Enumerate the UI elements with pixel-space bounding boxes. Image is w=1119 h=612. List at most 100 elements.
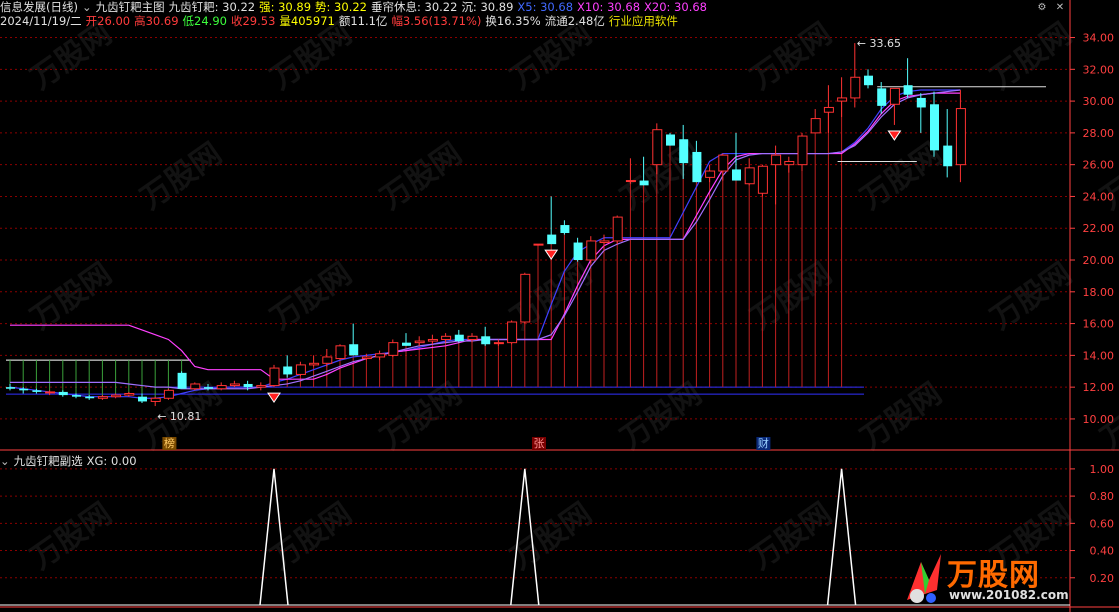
candle-body — [467, 335, 478, 340]
y-tick-label: 24.00 — [1083, 190, 1115, 203]
candle-body — [732, 169, 741, 181]
candle-body — [243, 383, 253, 388]
watermark-tile: 万股网 — [745, 16, 839, 96]
gem-signal-icon — [544, 249, 559, 261]
candle-body — [520, 273, 531, 323]
candle-body — [652, 129, 663, 166]
candle-body — [454, 334, 464, 342]
candle-body — [930, 104, 939, 151]
watermark-tile: 万股网 — [1095, 136, 1119, 216]
candle-body — [322, 356, 333, 364]
candle-body — [283, 366, 293, 375]
candle-body — [823, 106, 834, 113]
candle-body — [547, 234, 557, 245]
stock-chart-window: 万股网 万股网 万股网 万股网 万股网 万股网 万股网 万股网 万股网 万股网 万股网 万股网 万股网万… — [0, 0, 1119, 612]
line1-item-9: X10: 30.68 — [577, 0, 641, 14]
watermark-tile: 万股网 — [265, 16, 359, 96]
candle-body — [124, 393, 135, 396]
price-annotation: ← 33.65 — [857, 37, 901, 50]
candle-body — [97, 396, 108, 399]
line2-item-0: 2024/11/19/二 — [0, 14, 82, 28]
watermark-logo: 万股网 www.201082.com — [899, 550, 1069, 606]
sub-y-tick-label: 0.40 — [1090, 545, 1115, 558]
candle-body — [19, 388, 29, 391]
candle-body — [810, 118, 821, 134]
candle-body — [864, 75, 873, 86]
candle-body — [916, 97, 926, 108]
candle-body — [612, 216, 623, 242]
sub-y-tick-label: 0.60 — [1090, 517, 1115, 530]
sub-y-tick-label: 1.00 — [1090, 463, 1115, 476]
sub-y-tick-label: 0.80 — [1090, 490, 1115, 503]
line2-item-5: 量405971 — [279, 14, 335, 28]
line2-item-8: 换16.35% — [485, 14, 541, 28]
candle-body — [349, 344, 359, 356]
line2-item-10: 行业应用软件 — [608, 14, 678, 28]
candle-body — [190, 383, 201, 390]
sub-y-tick-label: 0.20 — [1090, 572, 1115, 585]
y-tick-label: 32.00 — [1083, 63, 1115, 76]
candle-body — [204, 387, 213, 389]
candle-body — [666, 134, 675, 146]
watermark-tile: 万股网 — [505, 16, 599, 96]
candle-body — [889, 87, 900, 105]
candle-body — [335, 345, 346, 360]
event-marker-label: 财 — [758, 436, 769, 450]
candle-body — [850, 76, 861, 99]
candle-body — [797, 135, 808, 166]
candle-body — [943, 145, 953, 167]
candle-body — [481, 336, 491, 345]
chart-canvas[interactable]: 万股网 万股网 万股网 万股网 万股网万股网 万股网 万股网 万股网 万股网万股网 万股网 万股网万… — [0, 0, 1119, 612]
watermark-tile: 万股网 — [25, 256, 119, 336]
line2-item-2: 高30.69 — [134, 14, 179, 28]
sub-chart-header: ⌄ 九齿钉耙副选 XG: 0.00 — [0, 454, 141, 468]
candle-body — [692, 151, 702, 183]
quote-info-bar: 2024/11/19/二 开26.00 高30.69 低24.90 收29.53 量405… — [0, 14, 682, 28]
candle-body — [85, 396, 95, 399]
watermark-tile: 万股网 — [25, 496, 119, 576]
candle-body — [903, 85, 913, 95]
candle-body — [625, 180, 636, 183]
watermark-tile: 万股网 — [855, 376, 949, 456]
y-tick-label: 18.00 — [1083, 286, 1115, 299]
candle-body — [388, 342, 399, 356]
candle-body — [441, 335, 452, 340]
line1-item-10: X20: 30.68 — [644, 0, 707, 14]
watermark-tile: 万股网 — [25, 16, 119, 96]
candle-body — [744, 167, 755, 185]
candle-body — [216, 385, 227, 390]
gem-signal-icon — [267, 392, 281, 404]
candle-body — [138, 396, 147, 402]
candle-body — [533, 243, 544, 246]
candle-body — [427, 338, 438, 342]
watermark-tile: 万股网 — [745, 256, 839, 336]
line1-item-7: 沉: 30.89 — [461, 0, 514, 14]
watermark-tile: 万股网 — [375, 376, 469, 456]
y-tick-label: 34.00 — [1083, 32, 1115, 45]
watermark-tile: 万股网 — [615, 376, 709, 456]
y-tick-label: 10.00 — [1083, 413, 1115, 426]
y-tick-label: 30.00 — [1083, 95, 1115, 108]
line2-item-3: 低24.90 — [182, 14, 227, 28]
sub-line-item-1: 九齿钉耙副选 — [13, 454, 83, 468]
event-marker-label: 榜 — [164, 436, 175, 450]
line2-item-6: 额11.1亿 — [338, 14, 388, 28]
sub-line-item-2: XG: 0.00 — [86, 454, 137, 468]
candle-body — [177, 372, 187, 389]
candle-body — [757, 165, 768, 194]
candle-body — [507, 321, 518, 344]
candle-body — [573, 242, 583, 261]
watermark-tile: 万股网 — [985, 16, 1079, 96]
logo-graphic-icon — [907, 554, 941, 603]
y-tick-label: 14.00 — [1083, 349, 1115, 362]
candle-body — [45, 391, 56, 394]
gear-icon[interactable]: ⚙ — [1036, 2, 1048, 14]
line2-item-7: 幅3.56(13.71%) — [391, 14, 482, 28]
close-icon[interactable]: ✕ — [1054, 2, 1066, 14]
candle-body — [414, 340, 425, 344]
gem-signal-icon — [887, 130, 902, 141]
candle-body — [718, 154, 729, 172]
y-tick-label: 20.00 — [1083, 254, 1115, 267]
y-tick-label: 12.00 — [1083, 381, 1115, 394]
y-tick-label: 28.00 — [1083, 127, 1115, 140]
